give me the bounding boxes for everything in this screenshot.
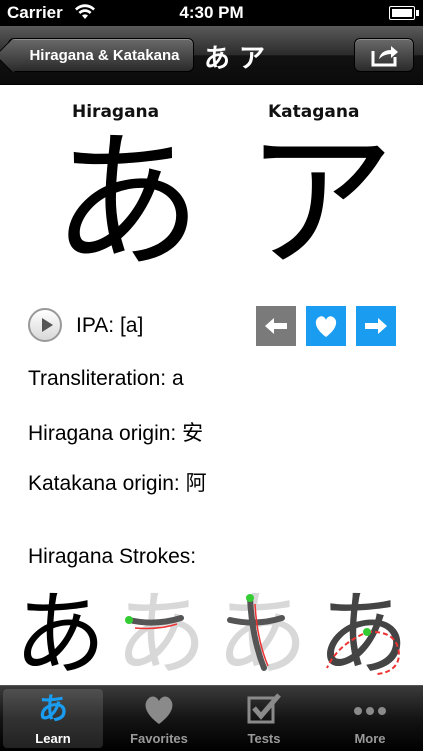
tab-favorites[interactable]: Favorites <box>109 689 209 748</box>
hiragana-character: あ <box>52 116 203 290</box>
tab-favorites-label: Favorites <box>130 731 188 746</box>
transliteration-text: Transliteration: a <box>28 367 184 390</box>
tab-bar: あ Learn Favorites Tests More <box>0 685 423 751</box>
stroke-step-4: あ <box>317 581 417 688</box>
navigation-bar: Hiragana & Katakana あ ア <box>0 26 423 85</box>
stroke-step-3: あ <box>216 581 316 688</box>
status-time: 4:30 PM <box>179 3 244 22</box>
tab-tests[interactable]: Tests <box>214 689 314 748</box>
back-button[interactable]: Hiragana & Katakana <box>8 38 194 72</box>
share-button[interactable] <box>354 38 414 72</box>
katakana-origin-text: Katakana origin: 阿 <box>28 472 207 495</box>
ipa-text: IPA: [a] <box>76 314 144 337</box>
play-audio-button[interactable] <box>28 308 62 342</box>
stroke-step-1: あ <box>14 581 114 688</box>
stroke-step-2: あ <box>115 581 215 688</box>
katakana-character: ア <box>245 116 396 290</box>
tab-more[interactable]: More <box>320 689 420 748</box>
back-button-label: Hiragana & Katakana <box>29 47 180 64</box>
stroke-glyph-1: あ <box>14 581 107 688</box>
next-button[interactable] <box>356 306 396 346</box>
strokes-title: Hiragana Strokes: <box>28 545 197 568</box>
hiragana-origin-text: Hiragana origin: 安 <box>28 422 204 445</box>
tab-learn[interactable]: あ Learn <box>3 689 103 748</box>
tab-more-label: More <box>354 731 386 746</box>
favorite-button[interactable] <box>306 306 346 346</box>
learn-icon: あ <box>38 692 68 727</box>
checkbox-icon <box>214 692 314 728</box>
share-icon <box>371 46 398 67</box>
tab-tests-label: Tests <box>247 731 281 746</box>
heart-icon <box>109 692 209 728</box>
tab-learn-label: Learn <box>35 731 71 746</box>
page-title: あ ア <box>204 44 266 74</box>
battery-icon <box>389 6 419 20</box>
more-icon <box>320 692 420 728</box>
status-bar: Carrier 4:30 PM <box>0 0 423 26</box>
previous-button[interactable] <box>256 306 296 346</box>
